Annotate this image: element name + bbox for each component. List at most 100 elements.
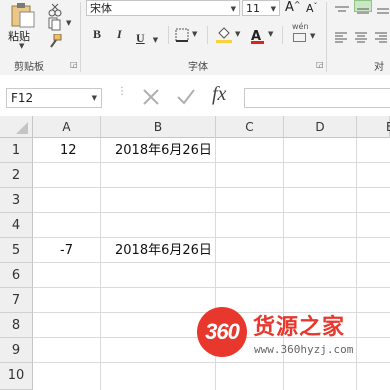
cut-button[interactable] <box>48 2 64 17</box>
copy-button[interactable]: ▼ <box>48 16 74 31</box>
group-divider <box>80 2 81 72</box>
select-all-icon <box>16 122 28 134</box>
phonetic-label: wén <box>292 22 309 31</box>
grow-font-button[interactable]: A^ <box>285 0 301 15</box>
watermark-badge: 360 <box>205 319 240 344</box>
phonetic-button[interactable]: wén ▼ <box>290 22 318 46</box>
row-header-6[interactable]: 6 <box>0 263 33 288</box>
fx-icon: fx <box>212 83 227 105</box>
format-painter-icon <box>50 33 62 48</box>
confirm-entry-button[interactable] <box>175 86 197 112</box>
checkmark-icon <box>177 89 195 105</box>
align-middle-icon <box>357 8 369 14</box>
name-box-value: F12 <box>11 91 34 105</box>
align-bottom-icon <box>377 8 389 14</box>
font-name-select[interactable]: 宋体 ▼ <box>86 0 240 16</box>
dialog-launcher-icon[interactable]: ◲ <box>70 60 78 69</box>
row-header-3[interactable]: 3 <box>0 188 33 213</box>
underline-button[interactable]: U ▼ <box>136 27 158 46</box>
fill-bucket-icon <box>216 27 232 43</box>
borders-button[interactable]: ▼ <box>175 27 197 46</box>
chevron-down-icon: ▼ <box>192 30 198 38</box>
phonetic-icon <box>293 33 306 42</box>
cancel-entry-button[interactable] <box>140 86 162 112</box>
row-header-9[interactable]: 9 <box>0 338 33 363</box>
shrink-font-button[interactable]: Aˇ <box>306 2 318 15</box>
column-header-a[interactable]: A <box>33 116 101 138</box>
watermark-title: 货源之家 <box>253 315 346 340</box>
gridline <box>33 187 390 188</box>
toolbar-divider <box>168 26 169 44</box>
close-icon <box>143 89 159 105</box>
font-color-button[interactable]: A ▼ <box>251 25 273 44</box>
column-header-b[interactable]: B <box>101 116 216 138</box>
row-header-1[interactable]: 1 <box>0 138 33 163</box>
font-size-select[interactable]: 11 ▼ <box>242 0 280 16</box>
group-divider <box>326 2 327 72</box>
column-header-c[interactable]: C <box>216 116 284 138</box>
font-name-value: 宋体 <box>90 2 112 15</box>
row-header-7[interactable]: 7 <box>0 288 33 313</box>
watermark-url: www.360hyzj.com <box>254 343 354 356</box>
paste-icon <box>11 3 35 28</box>
align-left-icon <box>335 32 347 43</box>
toolbar-divider <box>207 26 208 44</box>
cell-a5[interactable]: -7 <box>33 238 100 263</box>
font-group-label: 字体 <box>188 62 208 73</box>
chevron-down-icon: ▼ <box>66 19 72 27</box>
shrink-font-icon: A <box>306 2 314 15</box>
gridline <box>33 287 390 288</box>
align-middle-button[interactable] <box>354 0 372 14</box>
row-header-4[interactable]: 4 <box>0 213 33 238</box>
bold-button[interactable]: B <box>93 27 101 42</box>
formula-bar-grip-icon: ⋮ <box>117 86 127 97</box>
chevron-down-icon: ▼ <box>19 42 25 50</box>
chevron-down-icon: ▼ <box>91 94 97 102</box>
chevron-down-icon: ▼ <box>310 32 316 40</box>
row-header-10[interactable]: 10 <box>0 363 33 390</box>
italic-button[interactable]: I <box>117 27 122 42</box>
chevron-down-icon: ▼ <box>235 30 241 38</box>
column-header-e[interactable]: E <box>357 116 390 138</box>
paste-button[interactable]: 粘贴 ▼ <box>6 2 40 50</box>
chevron-down-icon: ▼ <box>230 5 236 13</box>
format-painter-button[interactable] <box>48 33 64 48</box>
column-header-d[interactable]: D <box>284 116 357 138</box>
underline-icon: U <box>136 31 145 45</box>
row-header-2[interactable]: 2 <box>0 163 33 188</box>
caret-down-icon: ˇ <box>313 2 318 11</box>
gridline <box>100 138 101 390</box>
cell-a1[interactable]: 12 <box>33 138 100 163</box>
dialog-launcher-icon[interactable]: ◲ <box>316 60 324 69</box>
toolbar-divider <box>282 26 283 44</box>
grow-font-icon: A <box>285 0 294 15</box>
chevron-down-icon: ▼ <box>270 5 276 13</box>
caret-up-icon: ^ <box>293 0 301 9</box>
chevron-down-icon: ▼ <box>268 30 274 38</box>
chevron-down-icon: ▼ <box>152 36 159 44</box>
gridline <box>356 138 357 390</box>
align-left-button[interactable] <box>334 29 348 48</box>
name-box[interactable]: F12 ▼ <box>6 88 102 108</box>
cell-b5[interactable]: 2018年6月26日 <box>101 238 215 263</box>
row-header-8[interactable]: 8 <box>0 313 33 338</box>
align-top-button[interactable] <box>334 0 350 19</box>
align-right-icon <box>375 32 387 43</box>
cut-icon <box>48 3 62 17</box>
gridline <box>33 212 390 213</box>
cell-b1[interactable]: 2018年6月26日 <box>101 138 215 163</box>
copy-icon <box>48 17 61 31</box>
align-center-button[interactable] <box>354 29 368 48</box>
formula-input[interactable] <box>244 88 390 108</box>
insert-function-button[interactable]: fx <box>212 83 226 106</box>
alignment-group-label: 对 <box>374 62 384 73</box>
align-top-icon <box>335 6 349 12</box>
clipboard-group-label: 剪贴板 <box>14 62 44 73</box>
align-right-button[interactable] <box>374 29 388 48</box>
fill-color-button[interactable]: ▼ <box>215 25 240 47</box>
align-bottom-button[interactable] <box>376 0 390 19</box>
borders-icon <box>175 28 189 42</box>
select-all-corner[interactable] <box>0 116 33 138</box>
row-header-5[interactable]: 5 <box>0 238 33 263</box>
font-color-swatch <box>251 41 264 44</box>
